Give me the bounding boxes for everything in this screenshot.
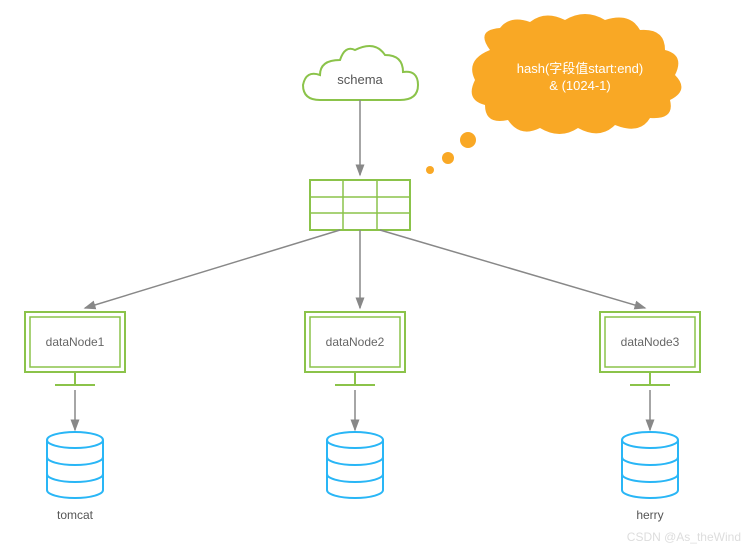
bubble-text-line1: hash(字段值start:end) <box>500 58 660 77</box>
arrow-table-to-node3 <box>380 230 645 308</box>
watermark-text: CSDN @As_theWind <box>627 530 741 544</box>
bubble-text-line2: & (1024-1) <box>500 78 660 93</box>
db3-bottom-label: herry <box>620 508 680 522</box>
node2-label: dataNode2 <box>315 335 395 349</box>
database-icon-2 <box>327 432 383 498</box>
cloud-label: schema <box>335 72 385 87</box>
database-icon-3 <box>622 432 678 498</box>
node3-label: dataNode3 <box>610 335 690 349</box>
node1-label: dataNode1 <box>35 335 115 349</box>
table-icon <box>310 180 410 230</box>
db1-bottom-label: tomcat <box>45 508 105 522</box>
thought-bubble <box>426 14 681 174</box>
database-icon-1 <box>47 432 103 498</box>
arrow-table-to-node1 <box>85 230 340 308</box>
